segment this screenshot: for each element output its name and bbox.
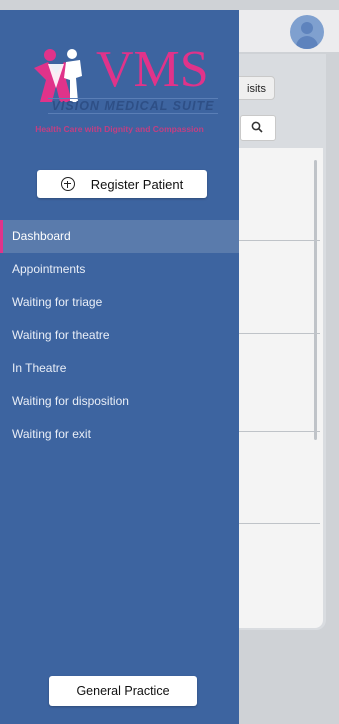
sidebar-item-label: Waiting for exit [12,427,91,441]
user-avatar-icon[interactable] [290,15,324,49]
vms-logo: VMS VISION MEDICAL SUITE Health Care wit… [0,38,239,158]
vms-logo-icon [34,49,82,102]
general-practice-button[interactable]: General Practice [49,676,197,706]
sidebar-item-label: Appointments [12,262,86,276]
sidebar-item-label: Waiting for triage [12,295,103,309]
sidebar-item-waiting-for-triage[interactable]: Waiting for triage [0,286,239,319]
logo-subtitle: VISION MEDICAL SUITE [48,98,218,114]
sidebar-item-waiting-for-theatre[interactable]: Waiting for theatre [0,319,239,352]
sidebar-item-waiting-for-disposition[interactable]: Waiting for disposition [0,385,239,418]
search-icon [251,121,263,133]
sidebar-item-label: Waiting for disposition [12,394,129,408]
navigation-drawer: VMS VISION MEDICAL SUITE Health Care wit… [0,10,239,724]
sidebar-item-label: Waiting for theatre [12,328,110,342]
sidebar-item-label: Dashboard [12,229,71,243]
sidebar-item-waiting-for-exit[interactable]: Waiting for exit [0,418,239,451]
sidebar-item-appointments[interactable]: Appointments [0,253,239,286]
register-patient-label: Register Patient [90,176,184,192]
sidebar-item-in-theatre[interactable]: In Theatre [0,352,239,385]
add-circle-icon [60,177,75,191]
logo-tagline: Health Care with Dignity and Compassion [35,124,204,134]
scrollbar[interactable] [314,160,317,440]
register-patient-button[interactable]: Register Patient [37,170,207,198]
sidebar-item-label: In Theatre [12,361,67,375]
sidebar-menu: Dashboard Appointments Waiting for triag… [0,220,239,451]
search-button[interactable] [240,115,276,141]
logo-brand-text: VMS [96,41,209,98]
sidebar-item-dashboard[interactable]: Dashboard [0,220,239,253]
